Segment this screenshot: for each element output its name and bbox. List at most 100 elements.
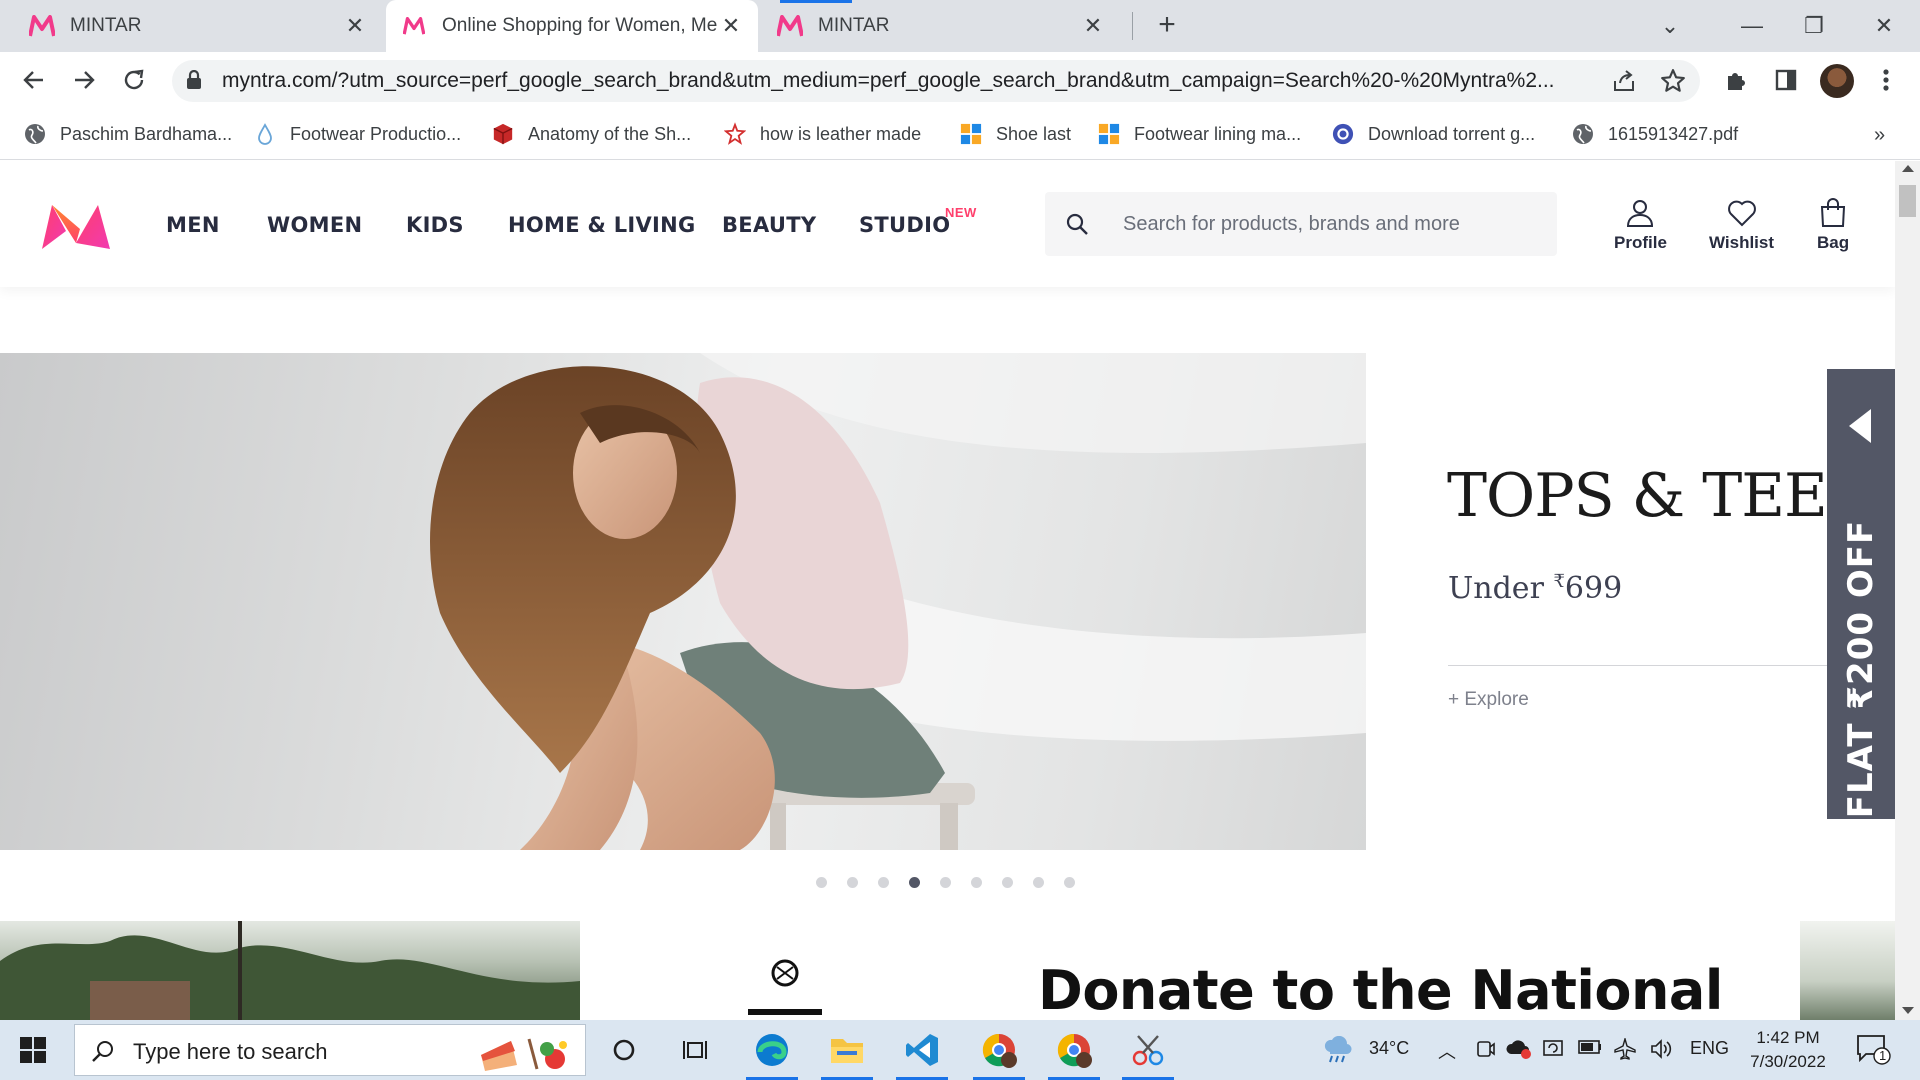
- search-input[interactable]: [1123, 206, 1543, 242]
- reload-icon[interactable]: [116, 62, 152, 98]
- more-bookmarks-chevron[interactable]: »: [1874, 124, 1885, 147]
- edge-browser-icon[interactable]: [742, 1020, 802, 1080]
- bookmark-item[interactable]: 1615913427.pdf: [1572, 118, 1738, 150]
- wishlist-button[interactable]: Wishlist: [1709, 197, 1774, 253]
- close-window-icon[interactable]: ✕: [1868, 10, 1900, 42]
- carousel-dot[interactable]: [1064, 877, 1075, 888]
- address-bar[interactable]: myntra.com/?utm_source=perf_google_searc…: [172, 60, 1700, 102]
- side-offer-text: FLAT ₹200 OFF: [1841, 519, 1881, 819]
- explore-link[interactable]: + Explore: [1448, 689, 1529, 711]
- forward-arrow-icon[interactable]: [66, 62, 102, 98]
- search-icon[interactable]: [1065, 212, 1089, 241]
- onedrive-error-icon[interactable]: [1506, 1038, 1532, 1065]
- browser-menu-icon[interactable]: [1868, 62, 1904, 98]
- myntra-favicon-icon: [776, 12, 804, 40]
- carousel-dot[interactable]: [1002, 877, 1013, 888]
- carousel-dot[interactable]: [909, 877, 920, 888]
- carousel-dot[interactable]: [1033, 877, 1044, 888]
- bookmark-item[interactable]: Download torrent g...: [1332, 118, 1535, 150]
- clock-date: 7/30/2022: [1750, 1052, 1826, 1071]
- nav-home-living[interactable]: HOME & LIVING: [508, 213, 696, 237]
- bookmark-item[interactable]: Footwear Productio...: [254, 118, 461, 150]
- tab-title: MINTAR: [818, 15, 890, 36]
- side-panel-icon[interactable]: [1768, 62, 1804, 98]
- minimize-window-icon[interactable]: —: [1736, 10, 1768, 42]
- nav-women[interactable]: WOMEN: [267, 213, 362, 237]
- extensions-puzzle-icon[interactable]: [1718, 62, 1754, 98]
- input-language[interactable]: ENG: [1690, 1038, 1729, 1059]
- gear-circle-icon: [1332, 123, 1354, 145]
- bookmark-item[interactable]: Footwear lining ma...: [1098, 118, 1301, 150]
- new-tab-button[interactable]: +: [1152, 10, 1182, 41]
- close-tab-icon[interactable]: ✕: [718, 13, 744, 39]
- myntra-logo[interactable]: [36, 199, 116, 258]
- chrome-profile-2-icon[interactable]: [1044, 1020, 1104, 1080]
- browser-tab-active[interactable]: Online Shopping for Women, Men ✕: [386, 0, 758, 52]
- system-clock[interactable]: 1:42 PM 7/30/2022: [1738, 1026, 1838, 1074]
- bookmark-label: Anatomy of the Sh...: [528, 123, 692, 144]
- profile-button[interactable]: Profile: [1614, 197, 1667, 253]
- wishlist-label: Wishlist: [1709, 233, 1775, 252]
- weather-temperature[interactable]: 34°C: [1369, 1038, 1409, 1059]
- notification-center-icon[interactable]: [1856, 1034, 1892, 1071]
- carousel-dot[interactable]: [971, 877, 982, 888]
- bookmark-item[interactable]: Paschim Bardhama...: [24, 118, 232, 150]
- hero-divider: [1448, 665, 1828, 666]
- taskbar-search-box[interactable]: Type here to search: [74, 1024, 586, 1076]
- back-arrow-icon[interactable]: [16, 62, 52, 98]
- windows-start-icon[interactable]: [20, 1037, 46, 1068]
- national-emblem-icon: [740, 957, 830, 1020]
- meet-now-icon[interactable]: [1474, 1038, 1496, 1065]
- chrome-profile-1-icon[interactable]: [969, 1020, 1029, 1080]
- windows-taskbar: Type here to search 34°C ︿ ENG 1:42 PM 7…: [0, 1020, 1920, 1080]
- carousel-dot[interactable]: [847, 877, 858, 888]
- expand-left-arrow-icon[interactable]: [1849, 409, 1871, 443]
- carousel-dot[interactable]: [816, 877, 827, 888]
- close-tab-icon[interactable]: ✕: [1080, 13, 1106, 39]
- tab-title: Online Shopping for Women, Men: [442, 15, 718, 36]
- task-view-icon[interactable]: [666, 1020, 726, 1080]
- heart-icon: [1727, 197, 1757, 229]
- scroll-down-arrow-icon[interactable]: [1902, 1007, 1914, 1014]
- nav-beauty[interactable]: BEAUTY: [722, 213, 816, 237]
- share-icon[interactable]: [1612, 69, 1636, 98]
- volume-icon[interactable]: [1650, 1038, 1674, 1065]
- battery-icon[interactable]: [1578, 1038, 1602, 1059]
- carousel-dot[interactable]: [878, 877, 889, 888]
- page-scrollbar[interactable]: [1895, 161, 1920, 1020]
- clock-time: 1:42 PM: [1756, 1028, 1820, 1047]
- file-explorer-icon[interactable]: [817, 1020, 877, 1080]
- bookmark-item[interactable]: how is leather made: [724, 118, 921, 150]
- cube-icon: [492, 123, 514, 145]
- snipping-tool-icon[interactable]: [1118, 1020, 1178, 1080]
- show-hidden-icons-chevron-icon[interactable]: ︿: [1438, 1038, 1456, 1064]
- cortana-icon[interactable]: [594, 1020, 654, 1080]
- scroll-thumb[interactable]: [1899, 185, 1916, 217]
- weather-rain-icon[interactable]: [1322, 1035, 1354, 1069]
- tab-search-chevron-icon[interactable]: ⌄: [1654, 10, 1686, 42]
- restore-window-icon[interactable]: ❐: [1798, 10, 1830, 42]
- grid-icon: [1098, 123, 1120, 145]
- browser-tab[interactable]: MINTAR ✕: [762, 0, 1120, 52]
- browser-tab[interactable]: MINTAR ✕: [14, 0, 382, 52]
- hero-banner-image[interactable]: [0, 353, 1366, 850]
- product-search-box: [1045, 192, 1557, 256]
- nav-studio[interactable]: STUDIO: [859, 213, 950, 237]
- drop-icon: [254, 123, 276, 145]
- nav-men[interactable]: MEN: [166, 213, 220, 237]
- vscode-icon[interactable]: [892, 1020, 952, 1080]
- nav-kids[interactable]: KIDS: [406, 213, 464, 237]
- bag-label: Bag: [1817, 233, 1850, 252]
- profile-avatar[interactable]: [1820, 64, 1854, 98]
- bookmark-item[interactable]: Shoe last: [960, 118, 1071, 150]
- bag-button[interactable]: Bag: [1817, 197, 1849, 253]
- bookmark-star-icon[interactable]: [1660, 68, 1686, 99]
- windows-update-icon[interactable]: [1542, 1038, 1564, 1065]
- carousel-dot[interactable]: [940, 877, 951, 888]
- bookmark-item[interactable]: Anatomy of the Sh...: [492, 118, 691, 150]
- scroll-up-arrow-icon[interactable]: [1902, 165, 1914, 172]
- airplane-mode-icon[interactable]: [1614, 1036, 1636, 1065]
- donate-banner[interactable]: Donate to the National: [0, 921, 1895, 1020]
- close-tab-icon[interactable]: ✕: [342, 13, 368, 39]
- flat-offer-side-tab[interactable]: FLAT ₹200 OFF: [1827, 369, 1895, 819]
